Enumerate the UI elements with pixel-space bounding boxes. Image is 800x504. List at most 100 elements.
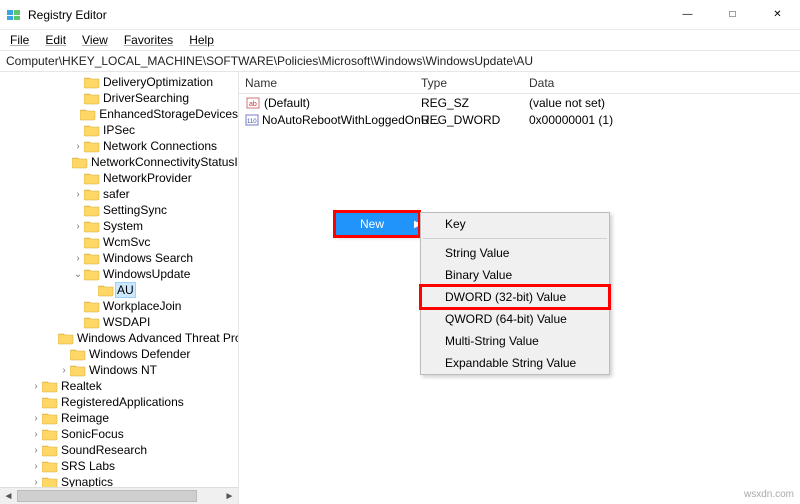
tree-item-label: Windows Advanced Threat Protection — [77, 331, 239, 345]
folder-icon — [72, 155, 88, 169]
tree-item[interactable]: WorkplaceJoin — [2, 298, 238, 314]
watermark: wsxdn.com — [744, 489, 794, 500]
tree-item[interactable]: › Reimage — [2, 410, 238, 426]
menu-help[interactable]: Help — [183, 31, 220, 49]
tree-twisty-icon[interactable]: › — [30, 429, 42, 440]
folder-icon — [84, 251, 100, 265]
tree-item-label: System — [103, 219, 143, 233]
tree-item-label: Windows Defender — [89, 347, 190, 361]
list-row[interactable]: ab(Default)REG_SZ(value not set) — [239, 94, 800, 111]
tree-twisty-icon[interactable]: › — [30, 381, 42, 392]
tree-item[interactable]: ›Windows NT — [2, 362, 238, 378]
tree-item-label: SettingSync — [103, 203, 167, 217]
tree-twisty-icon[interactable]: › — [72, 253, 84, 264]
column-name[interactable]: Name — [239, 76, 415, 90]
tree-item[interactable]: ›Network Connections — [2, 138, 238, 154]
scroll-right-arrow[interactable]: ► — [221, 488, 238, 504]
svg-text:110: 110 — [247, 119, 257, 125]
folder-icon — [84, 187, 100, 201]
folder-icon — [42, 459, 58, 473]
tree-pane: DeliveryOptimizationDriverSearchingEnhan… — [0, 72, 239, 504]
tree-item[interactable]: ›SoundResearch — [2, 442, 238, 458]
folder-icon — [58, 331, 74, 345]
scroll-track[interactable] — [17, 488, 221, 504]
tree-item[interactable]: AU — [2, 282, 238, 298]
tree-item-label: safer — [103, 187, 130, 201]
tree-twisty-icon[interactable]: › — [30, 413, 42, 424]
tree-item[interactable]: Windows Defender — [2, 346, 238, 362]
context-submenu: Key String ValueBinary ValueDWORD (32-bit… — [420, 212, 610, 375]
menu-favorites[interactable]: Favorites — [118, 31, 179, 49]
maximize-button[interactable]: □ — [710, 1, 755, 29]
value-name: (Default) — [264, 96, 310, 110]
folder-icon — [84, 267, 100, 281]
address-bar[interactable]: Computer\HKEY_LOCAL_MACHINE\SOFTWARE\Pol… — [0, 50, 800, 72]
scroll-left-arrow[interactable]: ◄ — [0, 488, 17, 504]
folder-icon — [84, 219, 100, 233]
menu-edit[interactable]: Edit — [39, 31, 72, 49]
tree-horizontal-scrollbar[interactable]: ◄ ► — [0, 487, 238, 504]
tree-item[interactable]: › safer — [2, 186, 238, 202]
submenu-item[interactable]: QWORD (64-bit) Value — [421, 308, 609, 330]
tree-item[interactable]: ›SRS Labs — [2, 458, 238, 474]
tree-item-label: AU — [115, 282, 136, 298]
tree-twisty-icon[interactable]: ⌄ — [72, 269, 84, 280]
tree-item[interactable]: WSDAPI — [2, 314, 238, 330]
menu-file[interactable]: File — [4, 31, 35, 49]
minimize-button[interactable]: — — [665, 1, 710, 29]
tree-item[interactable]: ›Windows Search — [2, 250, 238, 266]
tree-twisty-icon[interactable]: › — [72, 141, 84, 152]
tree-item-label: Reimage — [61, 411, 109, 425]
submenu-item[interactable]: Binary Value — [421, 264, 609, 286]
tree-item[interactable]: ›Realtek — [2, 378, 238, 394]
tree-twisty-icon[interactable]: › — [30, 445, 42, 456]
tree-item-label: RegisteredApplications — [61, 395, 184, 409]
tree-twisty-icon[interactable]: › — [58, 365, 70, 376]
context-menu-new[interactable]: New ▶ — [336, 213, 418, 235]
menu-view[interactable]: View — [76, 31, 114, 49]
tree-item[interactable]: DeliveryOptimization — [2, 74, 238, 90]
list-row[interactable]: 110NoAutoRebootWithLoggedOnU...REG_DWORD… — [239, 111, 800, 128]
value-type: REG_SZ — [415, 96, 523, 110]
tree-item-label: WindowsUpdate — [103, 267, 190, 281]
tree-item[interactable]: EnhancedStorageDevices — [2, 106, 238, 122]
context-menu: New ▶ — [335, 212, 419, 236]
submenu-item[interactable]: Key — [421, 213, 609, 235]
tree-item[interactable]: › System — [2, 218, 238, 234]
content-area: DeliveryOptimizationDriverSearchingEnhan… — [0, 72, 800, 504]
folder-icon — [84, 299, 100, 313]
tree-item[interactable]: DriverSearching — [2, 90, 238, 106]
folder-icon — [84, 203, 100, 217]
value-name: NoAutoRebootWithLoggedOnU... — [262, 113, 439, 127]
tree-item-label: WSDAPI — [103, 315, 150, 329]
tree-item[interactable]: IPSec — [2, 122, 238, 138]
svg-text:ab: ab — [249, 101, 257, 108]
tree-item[interactable]: NetworkProvider — [2, 170, 238, 186]
tree-item[interactable]: ⌄ WindowsUpdate — [2, 266, 238, 282]
list-body[interactable]: ab(Default)REG_SZ(value not set)110NoAut… — [239, 94, 800, 128]
tree-twisty-icon[interactable]: › — [30, 477, 42, 488]
submenu-item[interactable]: Expandable String Value — [421, 352, 609, 374]
tree-item-label: IPSec — [103, 123, 135, 137]
registry-tree[interactable]: DeliveryOptimizationDriverSearchingEnhan… — [0, 72, 238, 504]
close-button[interactable]: ✕ — [755, 1, 800, 29]
app-icon — [6, 7, 22, 23]
tree-twisty-icon[interactable]: › — [72, 221, 84, 232]
tree-item-label: WcmSvc — [103, 235, 150, 249]
tree-twisty-icon[interactable]: › — [72, 189, 84, 200]
column-type[interactable]: Type — [415, 76, 523, 90]
folder-icon — [84, 315, 100, 329]
tree-item[interactable]: RegisteredApplications — [2, 394, 238, 410]
tree-item[interactable]: NetworkConnectivityStatusIndicator — [2, 154, 238, 170]
tree-item[interactable]: Windows Advanced Threat Protection — [2, 330, 238, 346]
column-data[interactable]: Data — [523, 76, 800, 90]
tree-twisty-icon[interactable]: › — [30, 461, 42, 472]
submenu-item[interactable]: String Value — [421, 242, 609, 264]
tree-item[interactable]: SettingSync — [2, 202, 238, 218]
submenu-item[interactable]: Multi-String Value — [421, 330, 609, 352]
tree-item-label: EnhancedStorageDevices — [99, 107, 238, 121]
tree-item[interactable]: WcmSvc — [2, 234, 238, 250]
submenu-item[interactable]: DWORD (32-bit) Value — [421, 286, 609, 308]
scroll-thumb[interactable] — [17, 490, 197, 502]
tree-item[interactable]: ›SonicFocus — [2, 426, 238, 442]
